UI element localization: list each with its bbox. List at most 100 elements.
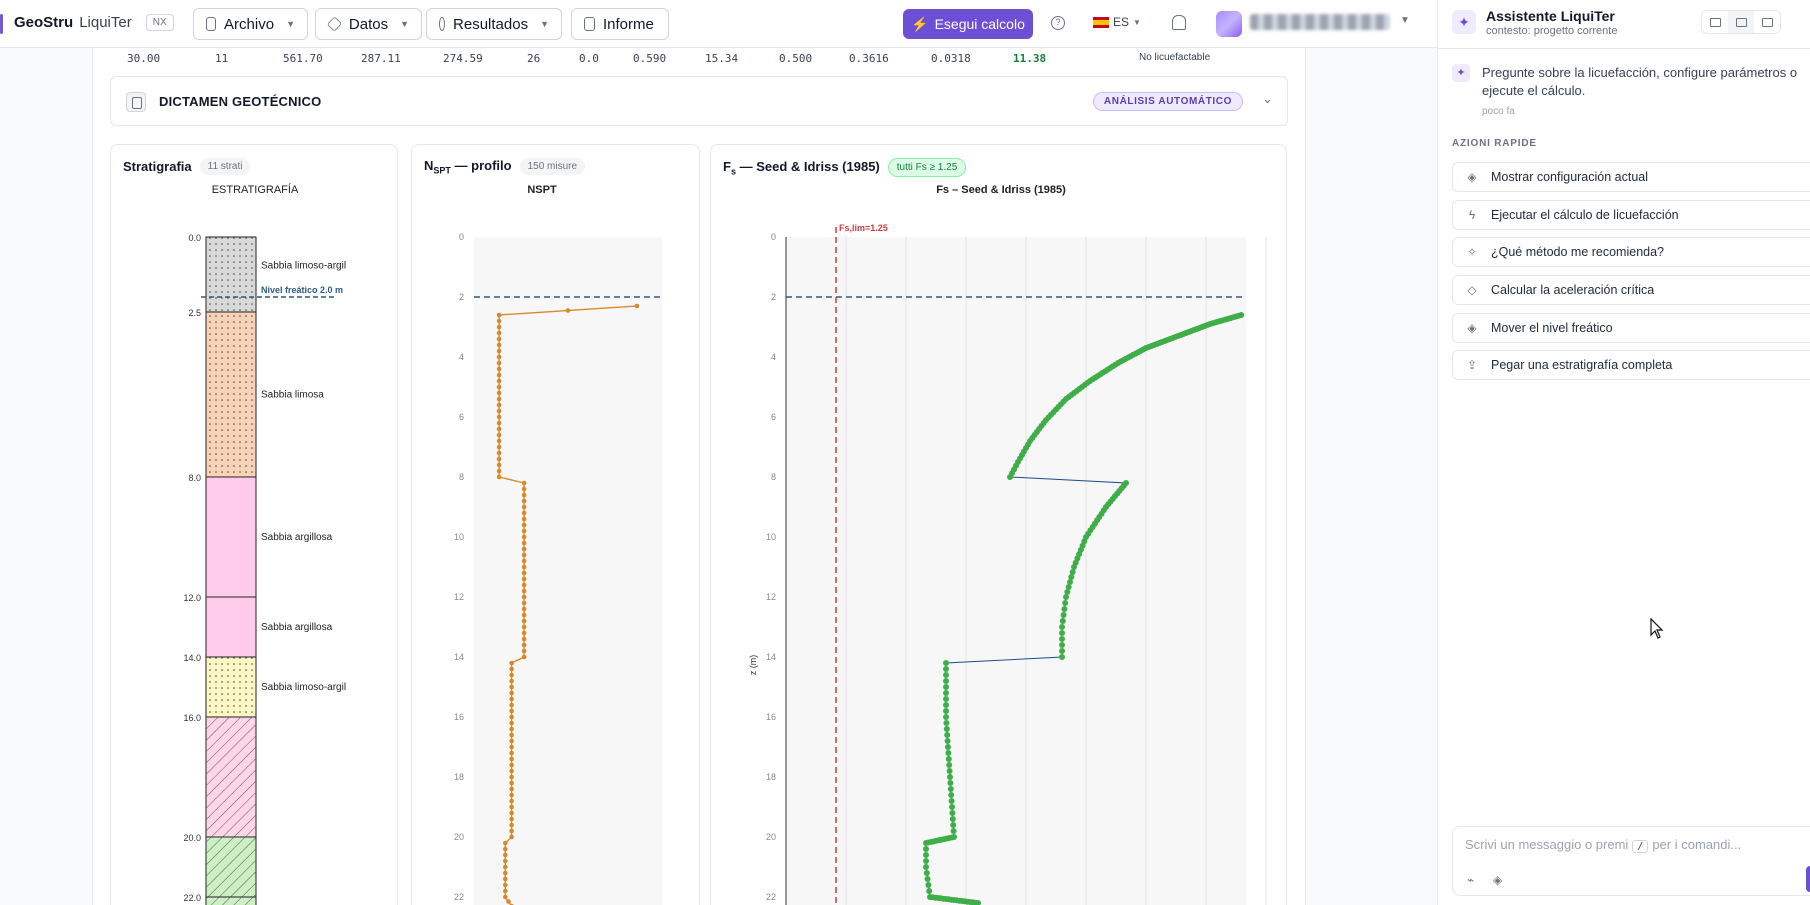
nspt-data-point bbox=[503, 876, 508, 882]
stratum-pattern-1 bbox=[206, 312, 256, 477]
cell-nspt: 26 bbox=[527, 52, 541, 65]
nspt-data-point bbox=[496, 468, 502, 474]
nspt-y-tick: 14 bbox=[454, 652, 464, 662]
nspt-data-point bbox=[509, 726, 514, 732]
quick-action-critical-acceleration[interactable]: ◇ Calcular la aceleración crítica bbox=[1452, 275, 1810, 305]
results-content: 30.00 11 561.70 287.11 274.59 26 0.0 0.5… bbox=[92, 48, 1306, 905]
quick-action-move-water-table[interactable]: ◈ Mover el nivel freático bbox=[1452, 313, 1810, 343]
upload-icon: ⇪ bbox=[1466, 358, 1478, 372]
menu-archivo[interactable]: Archivo ▼ bbox=[193, 8, 308, 40]
main-area[interactable]: 30.00 11 561.70 287.11 274.59 26 0.0 0.5… bbox=[0, 48, 1437, 905]
user-name-blurred[interactable] bbox=[1250, 14, 1390, 30]
stratum-layer-3 bbox=[205, 596, 257, 658]
quick-action-method-advice[interactable]: ✧ ¿Qué método me recomienda? bbox=[1452, 237, 1810, 267]
stratigraphy-card: Stratigrafia 11 strati ESTRATIGRAFÍA Sabb… bbox=[110, 144, 398, 905]
nspt-data-point bbox=[496, 366, 502, 372]
nspt-data-point bbox=[496, 372, 502, 378]
flag-spain-icon bbox=[1093, 16, 1109, 28]
nspt-data-point bbox=[521, 654, 527, 660]
fs-data-point bbox=[947, 780, 954, 786]
nspt-y-tick: 4 bbox=[459, 352, 464, 362]
nspt-data-point bbox=[503, 882, 508, 888]
nspt-data-point bbox=[521, 582, 527, 588]
check-circle-icon bbox=[439, 17, 446, 31]
stratigraphy-chart: ESTRATIGRAFÍA Sabbia limoso-argil Sabbia l… bbox=[183, 183, 346, 905]
layout-grid-icon[interactable] bbox=[1728, 11, 1754, 33]
nspt-data-point bbox=[496, 354, 502, 360]
fs-data-point bbox=[945, 744, 951, 750]
fs-y-tick: 22 bbox=[766, 892, 776, 902]
quick-action-label: Pegar una estratigrafía completa bbox=[1491, 358, 1673, 372]
nspt-data-point bbox=[521, 558, 527, 564]
send-button[interactable] bbox=[1806, 866, 1810, 892]
nspt-y-tick: 12 bbox=[454, 592, 464, 602]
fs-data-point bbox=[1064, 589, 1071, 595]
nspt-y-tick: 20 bbox=[454, 832, 464, 842]
dictamen-geotecnico-panel[interactable]: DICTAMEN GEOTÉCNICO ANÁLISIS AUTOMÁTICO … bbox=[110, 76, 1288, 126]
fs-data-point bbox=[943, 672, 949, 678]
nspt-data-point bbox=[496, 360, 502, 366]
nspt-data-point bbox=[521, 624, 527, 630]
nspt-data-point bbox=[496, 426, 502, 432]
menu-informe[interactable]: Informe bbox=[571, 8, 669, 40]
menu-resultados[interactable]: Resultados ▼ bbox=[426, 8, 562, 40]
language-selector[interactable]: ES ▼ bbox=[1093, 15, 1141, 29]
nspt-data-point bbox=[509, 660, 514, 666]
brand-logo[interactable]: GeoStru LiquiTer NX bbox=[14, 14, 174, 31]
user-avatar[interactable] bbox=[1216, 11, 1242, 37]
fs-data-point bbox=[924, 876, 931, 882]
fs-y-tick: 16 bbox=[766, 712, 776, 722]
nspt-data-point bbox=[496, 456, 502, 462]
fs-data-point bbox=[1071, 564, 1077, 570]
nspt-data-point bbox=[503, 852, 508, 858]
nspt-data-point bbox=[521, 522, 527, 528]
quick-action-run-calc[interactable]: ϟ Ejecutar el cálculo de licuefacción bbox=[1452, 200, 1810, 230]
quick-action-paste-stratigraphy[interactable]: ⇪ Pegar una estratigrafía completa bbox=[1452, 350, 1810, 380]
notifications-bell-icon[interactable] bbox=[1172, 15, 1186, 30]
fs-data-point bbox=[943, 720, 950, 726]
run-calculation-button[interactable]: ⚡ Esegui calcolo bbox=[903, 9, 1033, 39]
quick-action-show-config[interactable]: ◈ Mostrar configuración actual bbox=[1452, 162, 1810, 192]
depth-tick-label: 8.0 bbox=[188, 473, 201, 483]
chat-input[interactable]: Scrivi un messaggio o premi / per i comand… bbox=[1452, 826, 1810, 896]
nspt-data-point bbox=[521, 498, 527, 504]
nspt-data-point bbox=[496, 342, 502, 348]
nspt-data-point bbox=[521, 606, 527, 612]
nspt-data-point bbox=[521, 552, 527, 558]
document-icon bbox=[584, 17, 595, 31]
fs-data-point bbox=[943, 660, 949, 666]
sparkle-icon: ✦ bbox=[1452, 64, 1470, 82]
results-table-last-row: 30.00 11 561.70 287.11 274.59 26 0.0 0.5… bbox=[93, 48, 1307, 68]
fs-data-point bbox=[945, 750, 952, 756]
stratigraphy-chart-title: ESTRATIGRAFÍA bbox=[212, 183, 299, 196]
assistant-panel: ✦ Assistente LiquiTer contesto: progetto… bbox=[1437, 0, 1810, 905]
help-icon[interactable]: ? bbox=[1051, 16, 1065, 30]
nspt-data-point bbox=[509, 834, 514, 840]
stratum-layer-2 bbox=[205, 476, 257, 598]
layers-icon[interactable]: ◈ bbox=[1493, 873, 1502, 887]
chevron-down-icon[interactable]: ▼ bbox=[1400, 15, 1410, 26]
nspt-data-point bbox=[496, 378, 502, 384]
chevron-down-icon[interactable]: ⌄ bbox=[1262, 91, 1273, 107]
layout-left-icon[interactable] bbox=[1702, 11, 1728, 33]
fs-data-point bbox=[1068, 574, 1075, 580]
layout-right-icon[interactable] bbox=[1754, 11, 1780, 33]
fs-data-point bbox=[923, 864, 929, 870]
nspt-data-point bbox=[634, 303, 640, 309]
sparkle-icon: ✧ bbox=[1466, 245, 1478, 259]
divider bbox=[1438, 48, 1810, 49]
paperclip-icon[interactable]: ⌁ bbox=[1467, 873, 1474, 887]
quick-action-label: Mover el nivel freático bbox=[1491, 321, 1613, 335]
nspt-data-point bbox=[509, 762, 514, 768]
fs-data-point bbox=[943, 690, 949, 696]
nspt-data-point bbox=[509, 792, 514, 798]
nspt-data-point bbox=[509, 780, 514, 786]
app-root: GeoStru LiquiTer NX Archivo ▼ Datos ▼ Re… bbox=[0, 0, 1810, 905]
fs-data-point bbox=[943, 726, 950, 732]
menu-datos[interactable]: Datos ▼ bbox=[315, 8, 422, 40]
nspt-data-point bbox=[496, 462, 502, 468]
depth-tick-label: 12.0 bbox=[183, 593, 201, 603]
nspt-data-point bbox=[509, 720, 514, 726]
nspt-data-point bbox=[521, 534, 527, 540]
nspt-plot-area bbox=[474, 237, 662, 905]
